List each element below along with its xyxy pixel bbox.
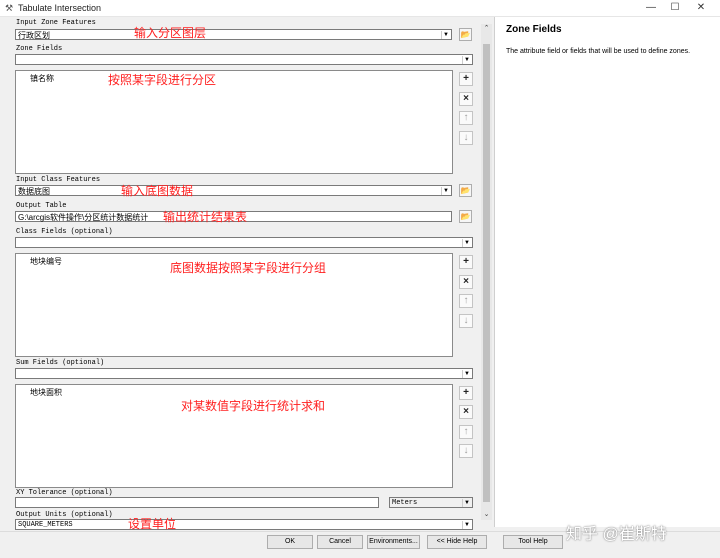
minimize-button[interactable]: — bbox=[640, 1, 662, 15]
xy-tolerance-input[interactable] bbox=[15, 497, 379, 508]
browse-zone-button[interactable]: 📂 bbox=[459, 28, 472, 41]
scrollbar-thumb[interactable] bbox=[483, 44, 490, 502]
browse-class-button[interactable]: 📂 bbox=[459, 184, 472, 197]
ok-button[interactable]: OK bbox=[267, 535, 313, 549]
chevron-down-icon[interactable]: ▼ bbox=[462, 56, 471, 64]
annotation-output-units: 设置单位 bbox=[128, 517, 177, 531]
input-zone-value: 行政区划 bbox=[18, 31, 50, 40]
output-table-value: G:\arcgis软件操作\分区统计数据统计 bbox=[18, 213, 149, 222]
annotation-input-zone: 输入分区图层 bbox=[134, 26, 207, 40]
list-item[interactable]: 镇名称 bbox=[30, 73, 54, 84]
zone-fields-label: Zone Fields bbox=[16, 45, 63, 53]
output-units-value: SQUARE_METERS bbox=[18, 521, 73, 529]
browse-output-button[interactable]: 📂 bbox=[459, 210, 472, 223]
help-panel bbox=[494, 17, 720, 527]
chevron-down-icon[interactable]: ▼ bbox=[441, 187, 450, 195]
watermark: 知乎 @崔斯特 bbox=[566, 526, 667, 543]
chevron-down-icon[interactable]: ▼ bbox=[441, 31, 450, 39]
add-field-button[interactable]: + bbox=[459, 386, 473, 400]
output-units-select[interactable]: SQUARE_METERS ▼ bbox=[15, 519, 473, 530]
sum-fields-label: Sum Fields (optional) bbox=[16, 359, 105, 367]
input-zone-label: Input Zone Features bbox=[16, 19, 96, 27]
move-down-button[interactable]: ↓ bbox=[459, 131, 473, 145]
folder-icon: 📂 bbox=[460, 212, 471, 221]
xy-tolerance-label: XY Tolerance (optional) bbox=[16, 489, 113, 497]
annotation-class-fields: 底图数据按照某字段进行分组 bbox=[170, 261, 327, 275]
zone-fields-list[interactable]: 镇名称 bbox=[15, 70, 453, 174]
input-zone-combo[interactable]: 行政区划 ▼ bbox=[15, 29, 452, 40]
move-up-button[interactable]: ↑ bbox=[459, 111, 473, 125]
move-down-button[interactable]: ↓ bbox=[459, 314, 473, 328]
zone-fields-combo[interactable]: ▼ bbox=[15, 54, 473, 65]
scroll-up-icon[interactable]: ⌃ bbox=[482, 24, 491, 33]
chevron-down-icon[interactable]: ▼ bbox=[462, 499, 471, 507]
scroll-down-icon[interactable]: ⌄ bbox=[482, 510, 491, 519]
move-up-button[interactable]: ↑ bbox=[459, 425, 473, 439]
title-bar bbox=[0, 0, 720, 17]
hide-help-button[interactable]: << Hide Help bbox=[427, 535, 487, 549]
move-down-button[interactable]: ↓ bbox=[459, 444, 473, 458]
annotation-output-table: 输出统计结果表 bbox=[163, 210, 248, 224]
annotation-sum-fields: 对某数值字段进行统计求和 bbox=[181, 399, 326, 413]
move-up-button[interactable]: ↑ bbox=[459, 294, 473, 308]
chevron-down-icon[interactable]: ▼ bbox=[462, 370, 471, 378]
class-fields-label: Class Fields (optional) bbox=[16, 228, 113, 236]
class-fields-combo[interactable]: ▼ bbox=[15, 237, 473, 248]
remove-field-button[interactable]: × bbox=[459, 92, 473, 106]
sum-fields-combo[interactable]: ▼ bbox=[15, 368, 473, 379]
xy-units-select[interactable]: Meters ▼ bbox=[389, 497, 473, 508]
cancel-button[interactable]: Cancel bbox=[317, 535, 363, 549]
chevron-down-icon[interactable]: ▼ bbox=[462, 521, 471, 529]
window-title: Tabulate Intersection bbox=[18, 3, 102, 13]
tool-help-button[interactable]: Tool Help bbox=[503, 535, 563, 549]
add-field-button[interactable]: + bbox=[459, 72, 473, 86]
annotation-zone-fields: 按照某字段进行分区 bbox=[108, 73, 217, 87]
input-class-value: 数据底图 bbox=[18, 187, 50, 196]
output-units-label: Output Units (optional) bbox=[16, 511, 113, 519]
annotation-input-class: 输入底图数据 bbox=[121, 184, 194, 198]
tool-icon: ⚒ bbox=[5, 3, 14, 13]
maximize-button[interactable]: ☐ bbox=[664, 1, 686, 15]
output-table-label: Output Table bbox=[16, 202, 67, 210]
folder-icon: 📂 bbox=[460, 30, 471, 39]
help-title: Zone Fields bbox=[506, 24, 562, 35]
remove-field-button[interactable]: × bbox=[459, 275, 473, 289]
close-button[interactable]: ✕ bbox=[690, 1, 712, 15]
list-item[interactable]: 地块面积 bbox=[30, 387, 62, 398]
help-description: The attribute field or fields that will … bbox=[506, 48, 691, 55]
xy-units-value: Meters bbox=[392, 499, 418, 507]
input-class-label: Input Class Features bbox=[16, 176, 101, 184]
add-field-button[interactable]: + bbox=[459, 255, 473, 269]
remove-field-button[interactable]: × bbox=[459, 405, 473, 419]
folder-icon: 📂 bbox=[460, 186, 471, 195]
list-item[interactable]: 地块编号 bbox=[30, 256, 62, 267]
environments-button[interactable]: Environments... bbox=[367, 535, 420, 549]
chevron-down-icon[interactable]: ▼ bbox=[462, 239, 471, 247]
input-class-combo[interactable]: 数据底图 ▼ bbox=[15, 185, 452, 196]
